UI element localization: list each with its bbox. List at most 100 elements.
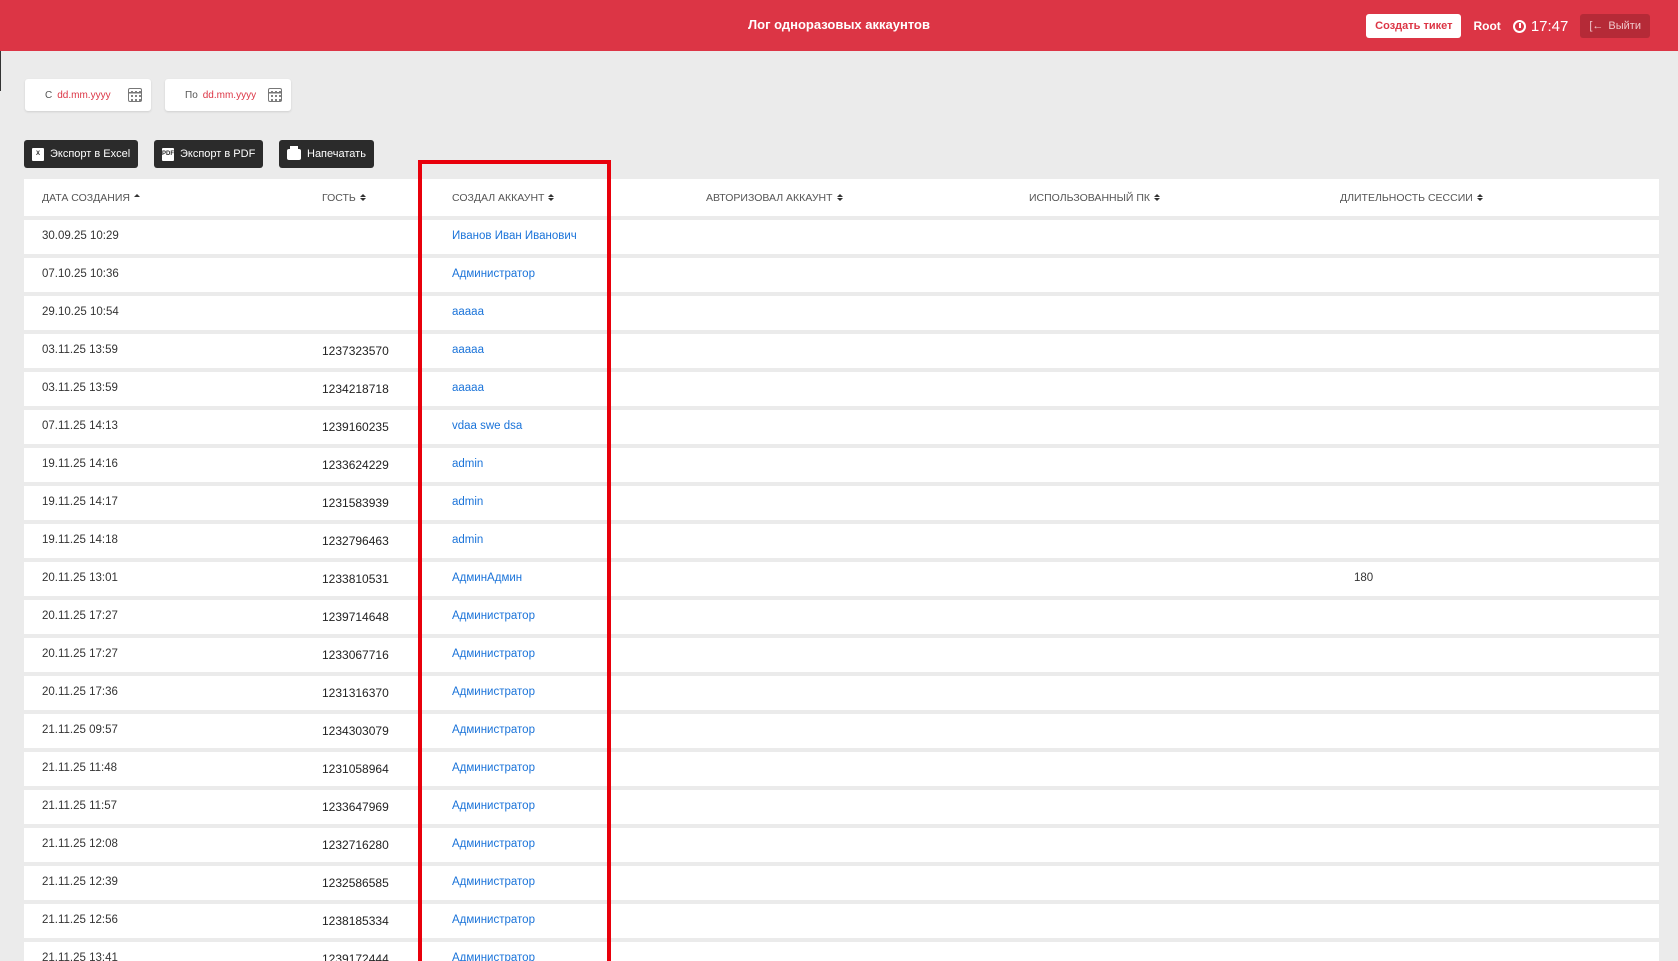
calendar-icon[interactable]	[268, 88, 282, 102]
cell-creator-link[interactable]: Администратор	[452, 876, 535, 888]
cell-creator-link[interactable]: Администратор	[452, 838, 535, 850]
cell-creator-link[interactable]: Администратор	[452, 610, 535, 622]
table-row[interactable]: 19.11.25 14:17 1231583939 admin	[24, 486, 1659, 520]
cell-guest: 1234218718	[322, 382, 389, 396]
cell-creator-link[interactable]: Администратор	[452, 914, 535, 926]
accounts-log-table: ДАТА СОЗДАНИЯ ГОСТЬ СОЗДАЛ АККАУНТ АВТОР…	[24, 179, 1659, 961]
cell-creator-link[interactable]: aaaaa	[452, 344, 484, 356]
calendar-icon[interactable]	[128, 88, 142, 102]
cell-creator-link[interactable]: aaaaa	[452, 382, 484, 394]
logout-icon: [←	[1589, 20, 1604, 32]
table-row[interactable]: 21.11.25 13:41 1239172444 Администратор	[24, 942, 1659, 961]
cell-guest: 1232586585	[322, 876, 389, 890]
table-row[interactable]: 20.11.25 13:01 1233810531 АдминАдмин 180	[24, 562, 1659, 596]
cell-creator-link[interactable]: admin	[452, 534, 483, 546]
print-button[interactable]: Напечатать	[279, 140, 374, 168]
table-row[interactable]: 03.11.25 13:59 1234218718 aaaaa	[24, 372, 1659, 406]
date-from-field[interactable]: С dd.mm.yyyy	[25, 79, 151, 111]
top-header-bar: Лог одноразовых аккаунтов Создать тикет …	[0, 0, 1678, 51]
cell-creator-link[interactable]: admin	[452, 496, 483, 508]
table-row[interactable]: 19.11.25 14:16 1233624229 admin	[24, 448, 1659, 482]
table-row[interactable]: 20.11.25 17:27 1239714648 Администратор	[24, 600, 1659, 634]
pdf-icon: PDF	[162, 147, 174, 161]
cell-guest: 1233624229	[322, 458, 389, 472]
left-divider	[0, 51, 1, 91]
cell-creator-link[interactable]: Администратор	[452, 648, 535, 660]
date-to-field[interactable]: По dd.mm.yyyy	[165, 79, 291, 111]
cell-creator-link[interactable]: Администратор	[452, 952, 535, 961]
table-row[interactable]: 21.11.25 12:39 1232586585 Администратор	[24, 866, 1659, 900]
table-row[interactable]: 21.11.25 12:08 1232716280 Администратор	[24, 828, 1659, 862]
cell-date: 29.10.25 10:54	[42, 306, 119, 318]
export-excel-button[interactable]: X Экспорт в Excel	[24, 140, 139, 168]
table-row[interactable]: 21.11.25 11:48 1231058964 Администратор	[24, 752, 1659, 786]
date-from-placeholder: dd.mm.yyyy	[57, 89, 111, 101]
cell-creator-link[interactable]: Администратор	[452, 268, 535, 280]
export-pdf-button[interactable]: PDF Экспорт в PDF	[154, 140, 264, 168]
cell-guest: 1233067716	[322, 648, 389, 662]
print-label: Напечатать	[307, 148, 366, 160]
sort-icon	[359, 194, 366, 201]
cell-creator-link[interactable]: АдминАдмин	[452, 572, 522, 584]
sort-asc-icon	[133, 194, 140, 201]
cell-date: 19.11.25 14:18	[42, 534, 118, 546]
export-excel-label: Экспорт в Excel	[50, 148, 131, 160]
cell-creator-link[interactable]: Иванов Иван Иванович	[452, 230, 577, 242]
cell-date: 03.11.25 13:59	[42, 382, 118, 394]
cell-date: 21.11.25 12:56	[42, 914, 118, 926]
cell-guest: 1239160235	[322, 420, 389, 434]
table-row[interactable]: 19.11.25 14:18 1232796463 admin	[24, 524, 1659, 558]
cell-guest: 1239172444	[322, 952, 389, 961]
cell-date: 07.11.25 14:13	[42, 420, 118, 432]
cell-guest: 1231316370	[322, 686, 389, 700]
column-header-authorized[interactable]: АВТОРИЗОВАЛ АККАУНТ	[706, 192, 843, 204]
cell-date: 19.11.25 14:16	[42, 458, 118, 470]
cell-guest: 1232796463	[322, 534, 389, 548]
cell-date: 21.11.25 12:39	[42, 876, 118, 888]
table-row[interactable]: 07.10.25 10:36 Администратор	[24, 258, 1659, 292]
column-header-guest[interactable]: ГОСТЬ	[322, 192, 366, 204]
column-header-pc[interactable]: ИСПОЛЬЗОВАННЫЙ ПК	[1029, 191, 1161, 204]
table-row[interactable]: 30.09.25 10:29 Иванов Иван Иванович	[24, 220, 1659, 254]
column-header-pc-label: ИСПОЛЬЗОВАННЫЙ ПК	[1029, 191, 1151, 204]
cell-creator-link[interactable]: vdaa swe dsa	[452, 420, 522, 432]
column-header-creator[interactable]: СОЗДАЛ АККАУНТ	[452, 192, 555, 204]
cell-creator-link[interactable]: Администратор	[452, 724, 535, 736]
cell-duration: 180	[1354, 572, 1374, 584]
cell-creator-link[interactable]: aaaaa	[452, 306, 484, 318]
column-header-duration[interactable]: ДЛИТЕЛЬНОСТЬ СЕССИИ	[1340, 192, 1483, 204]
cell-creator-link[interactable]: Администратор	[452, 762, 535, 774]
logout-button[interactable]: [← Выйти	[1580, 14, 1650, 38]
cell-date: 20.11.25 17:27	[42, 610, 118, 622]
table-row[interactable]: 20.11.25 17:27 1233067716 Администратор	[24, 638, 1659, 672]
table-row[interactable]: 21.11.25 09:57 1234303079 Администратор	[24, 714, 1659, 748]
cell-date: 03.11.25 13:59	[42, 344, 118, 356]
cell-creator-link[interactable]: Администратор	[452, 800, 535, 812]
table-row[interactable]: 29.10.25 10:54 aaaaa	[24, 296, 1659, 330]
table-row[interactable]: 07.11.25 14:13 1239160235 vdaa swe dsa	[24, 410, 1659, 444]
cell-creator-link[interactable]: admin	[452, 458, 483, 470]
cell-date: 20.11.25 17:27	[42, 648, 118, 660]
cell-date: 21.11.25 13:41	[42, 952, 118, 961]
table-body: 30.09.25 10:29 Иванов Иван Иванович 07.10.…	[24, 220, 1659, 961]
table-row[interactable]: 21.11.25 12:56 1238185334 Администратор	[24, 904, 1659, 938]
date-from-label: С	[45, 89, 53, 101]
cell-guest: 1238185334	[322, 914, 389, 928]
table-row[interactable]: 20.11.25 17:36 1231316370 Администратор	[24, 676, 1659, 710]
export-pdf-label: Экспорт в PDF	[180, 148, 256, 160]
header-actions: Создать тикет Root 17:47 [← Выйти	[1366, 14, 1650, 38]
cell-date: 21.11.25 09:57	[42, 724, 118, 736]
cell-date: 21.11.25 11:48	[42, 762, 118, 774]
column-header-date[interactable]: ДАТА СОЗДАНИЯ	[42, 192, 140, 204]
cell-date: 30.09.25 10:29	[42, 230, 119, 242]
cell-guest: 1231058964	[322, 762, 389, 776]
table-row[interactable]: 21.11.25 11:57 1233647969 Администратор	[24, 790, 1659, 824]
cell-creator-link[interactable]: Администратор	[452, 686, 535, 698]
sort-icon	[548, 194, 555, 201]
create-ticket-button[interactable]: Создать тикет	[1366, 14, 1462, 38]
cell-guest: 1231583939	[322, 496, 389, 510]
table-row[interactable]: 03.11.25 13:59 1237323570 aaaaa	[24, 334, 1659, 368]
clock-time: 17:47	[1530, 17, 1569, 35]
column-header-duration-label: ДЛИТЕЛЬНОСТЬ СЕССИИ	[1340, 191, 1473, 204]
current-user[interactable]: Root	[1473, 19, 1500, 33]
